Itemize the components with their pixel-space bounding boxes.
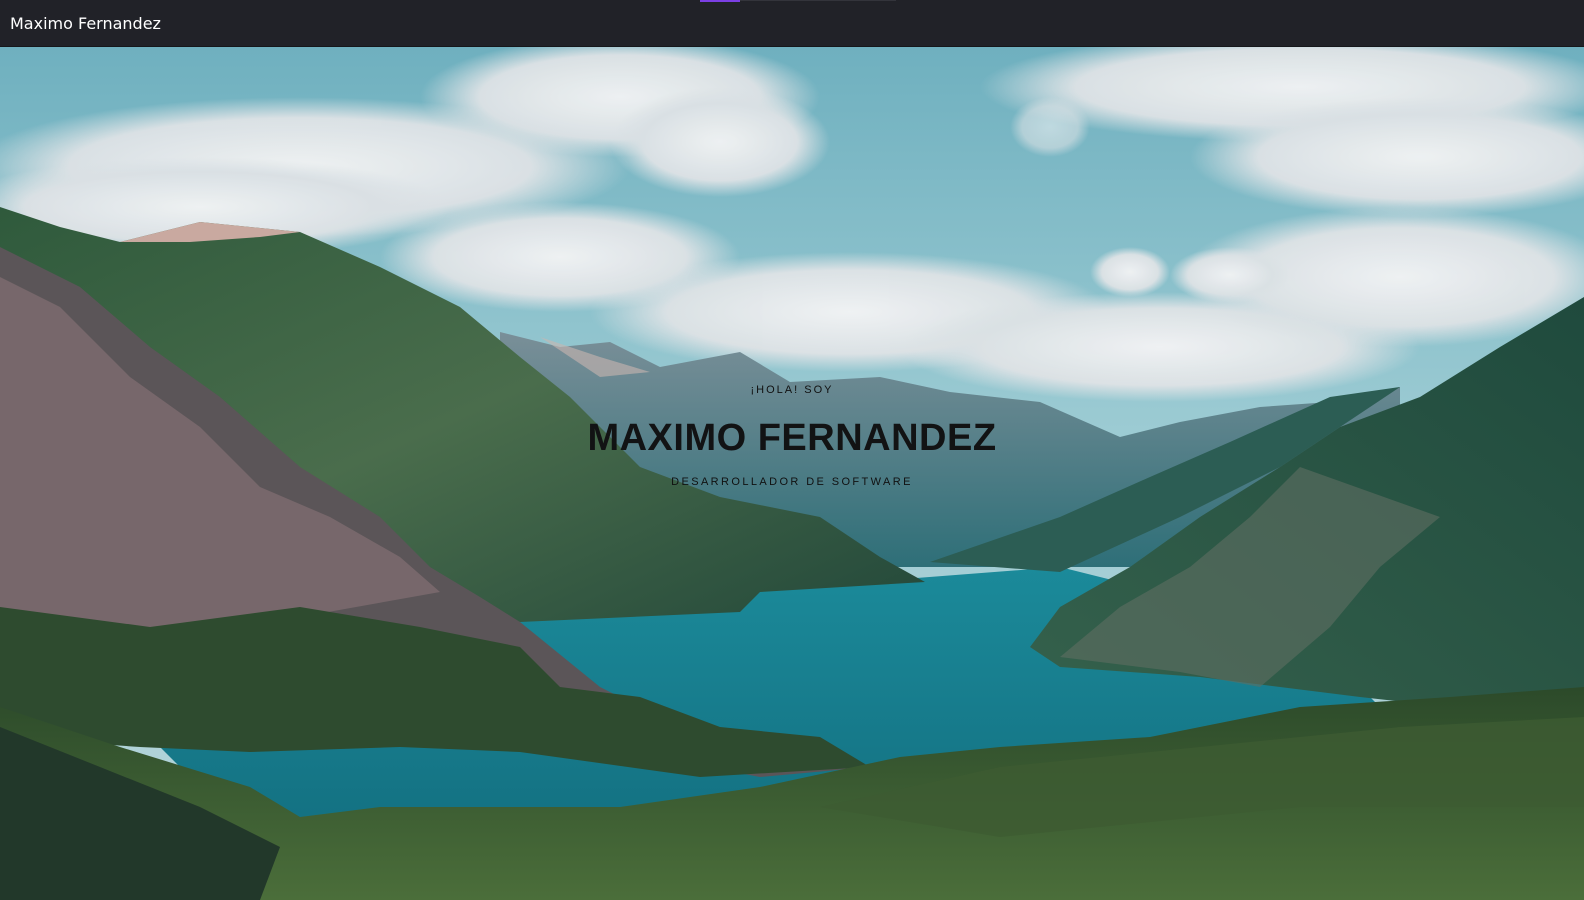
navbar-divider-line — [740, 0, 896, 1]
hero-section: ¡HOLA! SOY MAXIMO FERNANDEZ DESARROLLADO… — [0, 47, 1584, 900]
hero-greeting: ¡HOLA! SOY — [750, 384, 834, 396]
navbar-brand-link[interactable]: Maximo Fernandez — [10, 13, 161, 35]
navbar-accent-line — [700, 0, 740, 2]
navbar: Maximo Fernandez — [0, 0, 1584, 47]
hero-role-subtitle: DESARROLLADOR DE SOFTWARE — [671, 476, 913, 488]
hero-name-heading: MAXIMO FERNANDEZ — [587, 417, 997, 459]
hero-text-block: ¡HOLA! SOY MAXIMO FERNANDEZ DESARROLLADO… — [0, 47, 1584, 900]
